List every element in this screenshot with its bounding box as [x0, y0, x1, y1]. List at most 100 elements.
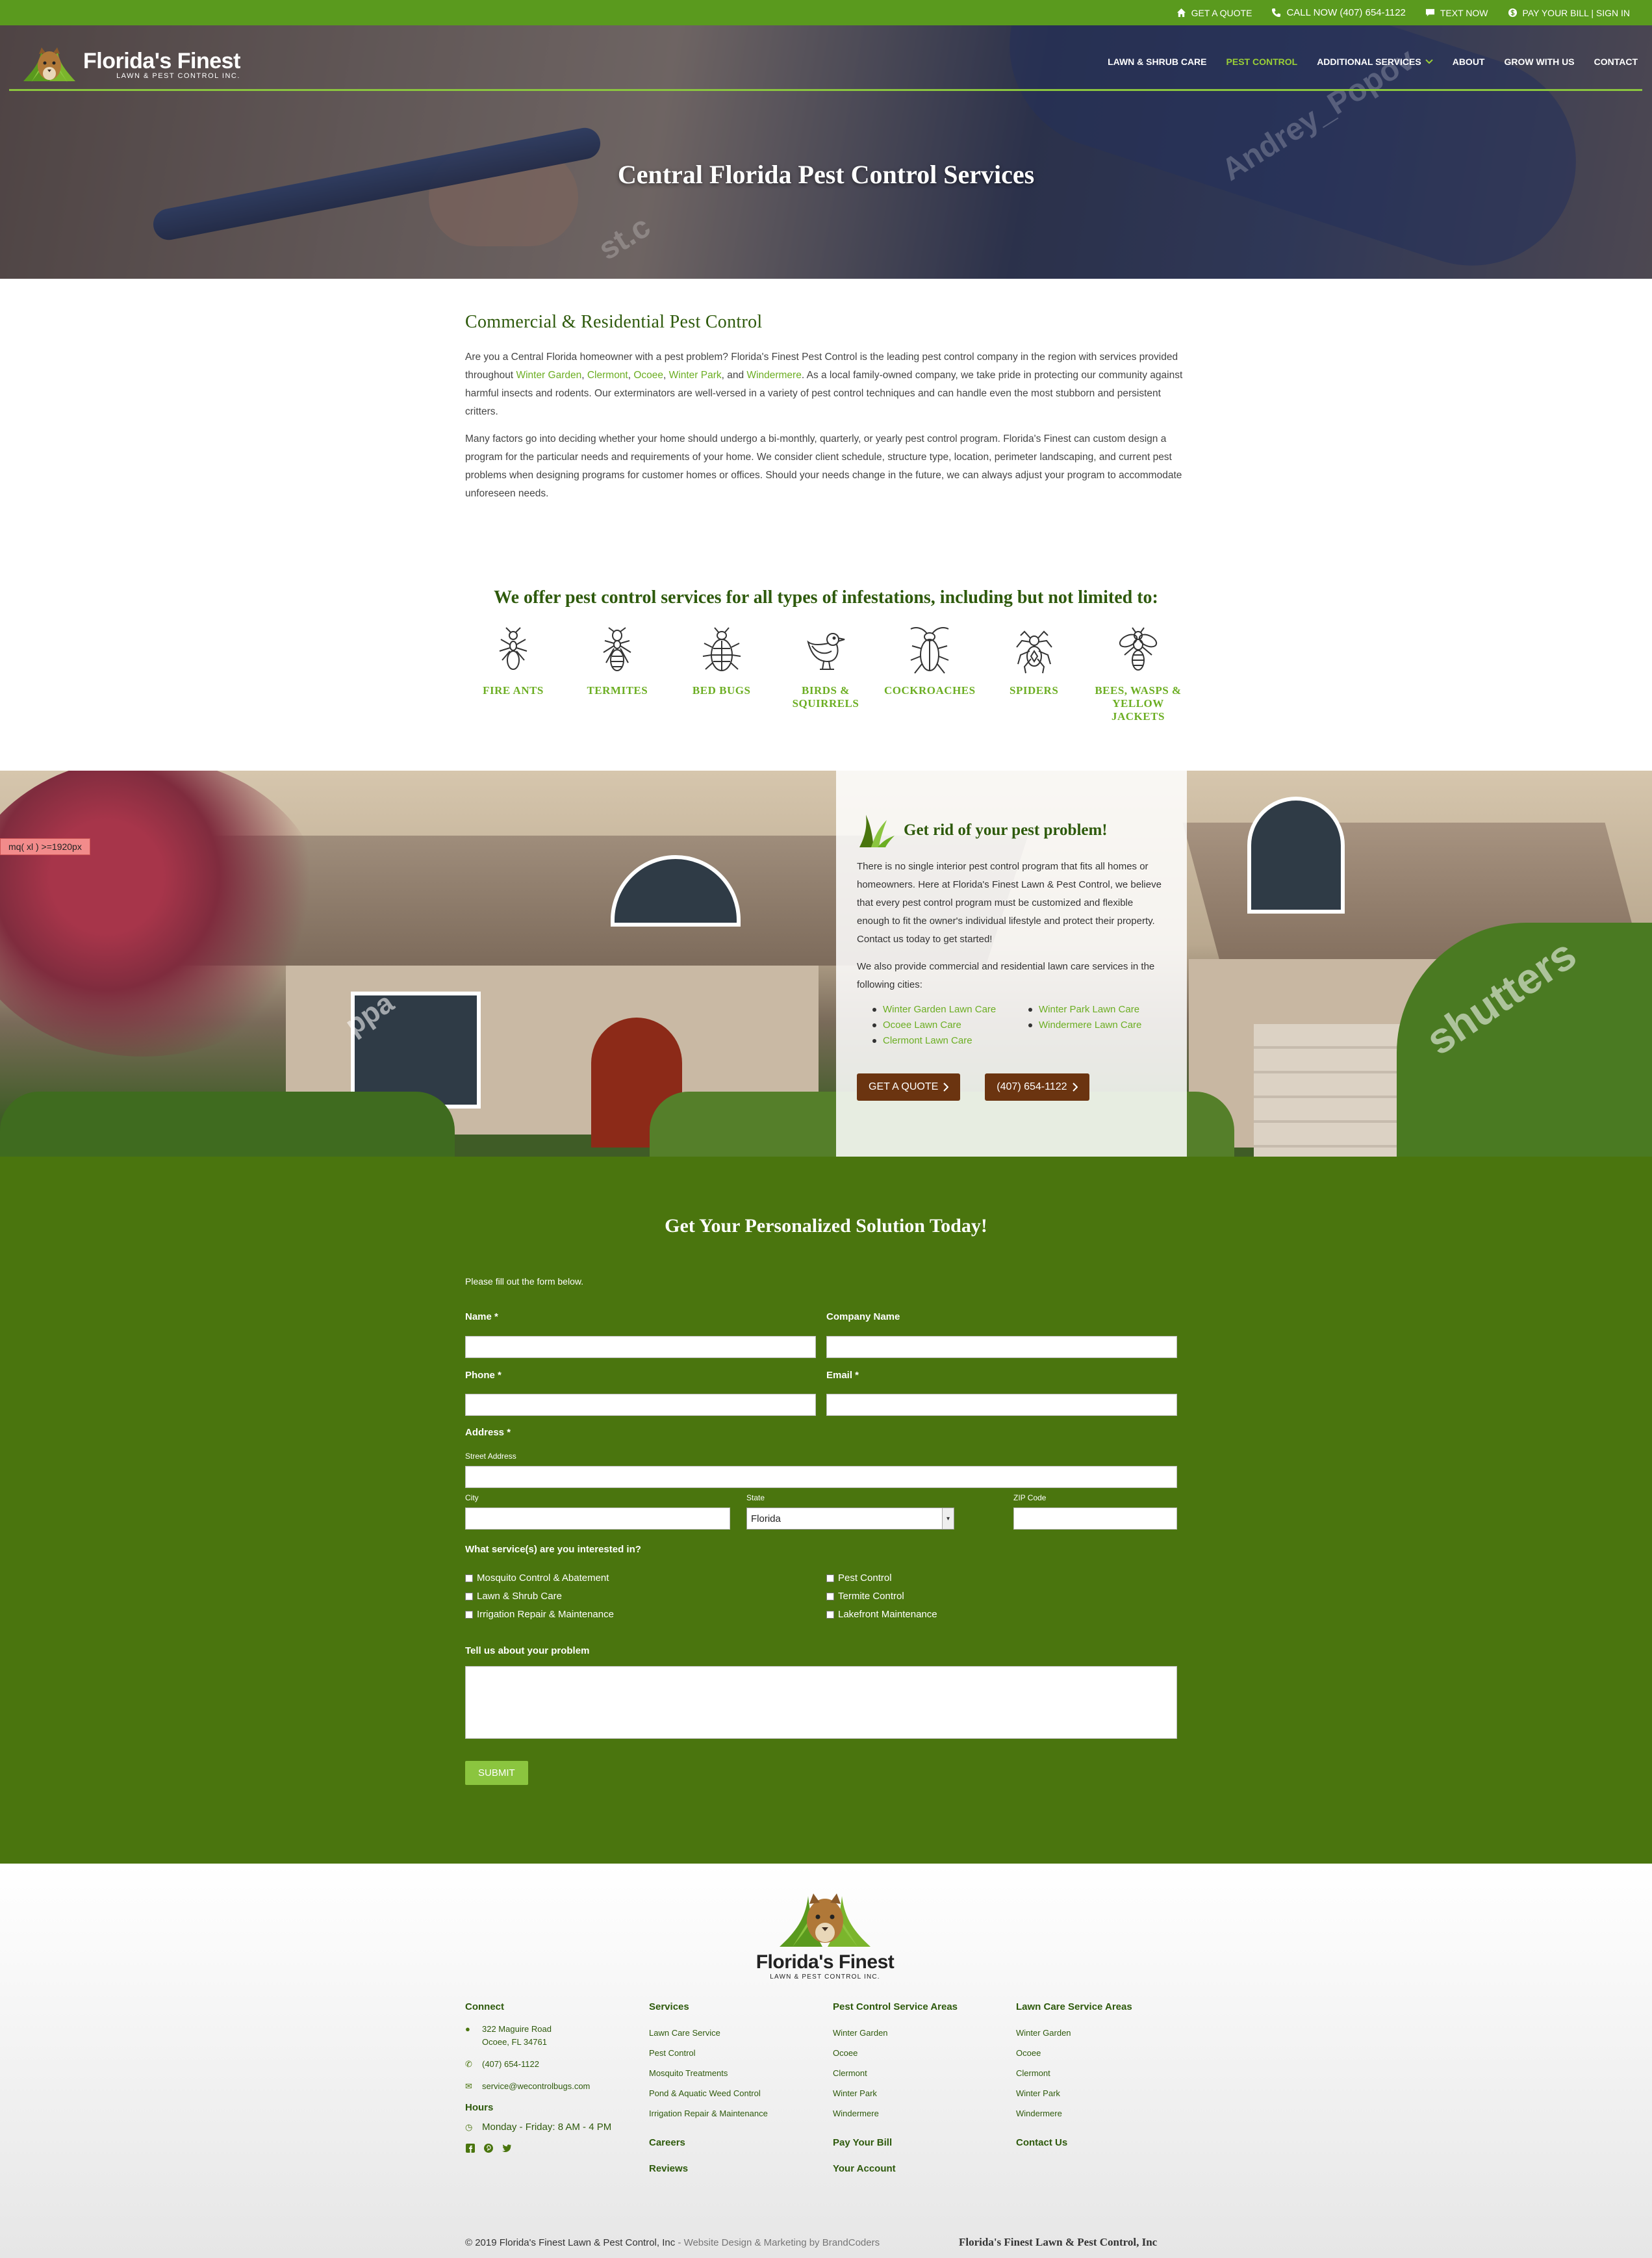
checkbox-label: Lawn & Shrub Care	[477, 1591, 562, 1602]
footer-link-pay-bill[interactable]: Pay Your Bill	[833, 2130, 1002, 2156]
footer-link-lawn-care[interactable]: Lawn Care Service	[649, 2023, 818, 2043]
city-link-clermont[interactable]: Clermont	[587, 370, 628, 381]
footer-link-irrigation[interactable]: Irrigation Repair & Maintenance	[649, 2103, 818, 2123]
nav-additional-services-label: ADDITIONAL SERVICES	[1317, 57, 1421, 67]
footer-pest-area-link[interactable]: Winter Garden	[833, 2023, 1002, 2043]
call-button[interactable]: (407) 654-1122	[985, 1073, 1089, 1101]
footer-logo-subtitle: LAWN & PEST CONTROL INC.	[770, 1973, 880, 1981]
panel-paragraph-2: We also provide commercial and residenti…	[857, 961, 1155, 990]
phone-input[interactable]	[465, 1394, 816, 1416]
checkbox-lawn-shrub-care[interactable]: Lawn & Shrub Care	[465, 1591, 562, 1602]
checkbox-mosquito-control[interactable]: Mosquito Control & Abatement	[465, 1572, 609, 1584]
city-link-winter-park[interactable]: Winter Park	[669, 370, 722, 381]
city-link-clermont-lawn[interactable]: Clermont Lawn Care	[872, 1034, 1028, 1047]
city-link-winter-garden-lawn[interactable]: Winter Garden Lawn Care	[872, 1003, 1028, 1016]
pinterest-icon[interactable]	[483, 2143, 494, 2153]
city-link-windermere[interactable]: Windermere	[746, 370, 801, 381]
footer-pest-area-link[interactable]: Winter Park	[833, 2083, 1002, 2103]
problem-textarea[interactable]	[465, 1666, 1177, 1739]
city-input[interactable]	[465, 1507, 730, 1530]
pest-item-birds-squirrels[interactable]: BIRDS & SQUIRRELS	[778, 626, 874, 723]
footer-lawn-area-link[interactable]: Clermont	[1016, 2063, 1185, 2083]
nav-grow-with-us[interactable]: GROW WITH US	[1504, 57, 1574, 67]
pay-bill-link[interactable]: PAY YOUR BILL | SIGN IN	[1508, 8, 1630, 18]
intro-text: ,	[581, 370, 587, 381]
address-line-1: 322 Maguire Road	[482, 2024, 552, 2034]
phone-label: Phone *	[465, 1370, 502, 1381]
footer-link-careers[interactable]: Careers	[649, 2130, 818, 2156]
nav-additional-services[interactable]: ADDITIONAL SERVICES	[1317, 57, 1433, 67]
footer-pest-area-link[interactable]: Ocoee	[833, 2043, 1002, 2063]
footer-link-account[interactable]: Your Account	[833, 2156, 1002, 2182]
company-label: Company Name	[826, 1311, 900, 1322]
footer-link-pond-weed[interactable]: Pond & Aquatic Weed Control	[649, 2083, 818, 2103]
text-now-link[interactable]: TEXT NOW	[1425, 8, 1488, 18]
name-label: Name *	[465, 1311, 498, 1322]
checkbox-box[interactable]	[826, 1574, 834, 1582]
footer-link-reviews[interactable]: Reviews	[649, 2156, 818, 2182]
checkbox-pest-control[interactable]: Pest Control	[826, 1572, 892, 1584]
pest-label: BEES, WASPS & YELLOW JACKETS	[1095, 684, 1182, 723]
footer-phone-link[interactable]: ✆ (407) 654-1122	[465, 2058, 634, 2071]
call-now-link[interactable]: CALL NOW (407) 654-1122	[1271, 7, 1406, 18]
pest-item-fire-ants[interactable]: FIRE ANTS	[465, 626, 561, 723]
termite-icon	[603, 627, 631, 671]
footer-services: Services Lawn Care Service Pest Control …	[649, 2001, 818, 2182]
footer-lawn-area-link[interactable]: Winter Park	[1016, 2083, 1185, 2103]
checkbox-box[interactable]	[465, 1592, 473, 1600]
get-quote-link[interactable]: GET A QUOTE	[1176, 8, 1252, 18]
checkbox-lakefront-maintenance[interactable]: Lakefront Maintenance	[826, 1609, 937, 1620]
get-quote-button[interactable]: GET A QUOTE	[857, 1073, 961, 1101]
nav-about[interactable]: ABOUT	[1453, 57, 1485, 67]
pest-item-termites[interactable]: TERMITES	[569, 626, 665, 723]
footer-heading: Lawn Care Service Areas	[1016, 2001, 1132, 2012]
pest-item-cockroaches[interactable]: COCKROACHES	[882, 626, 978, 723]
email-input[interactable]	[826, 1394, 1177, 1416]
intro-text: ,	[663, 370, 669, 381]
footer-pest-area-link[interactable]: Clermont	[833, 2063, 1002, 2083]
pest-item-bed-bugs[interactable]: BED BUGS	[674, 626, 770, 723]
city-link-winter-garden[interactable]: Winter Garden	[516, 370, 581, 381]
checkbox-label: Termite Control	[838, 1591, 904, 1602]
panel-header: Get rid of your pest problem!	[857, 812, 1166, 849]
city-link-ocoee-lawn[interactable]: Ocoee Lawn Care	[872, 1019, 1028, 1032]
footer-logo[interactable]: Florida's Finest LAWN & PEST CONTROL INC…	[754, 1890, 896, 1981]
name-input[interactable]	[465, 1336, 816, 1358]
city-link-windermere-lawn[interactable]: Windermere Lawn Care	[1028, 1019, 1184, 1032]
zip-input[interactable]	[1013, 1507, 1177, 1530]
street-input[interactable]	[465, 1466, 1177, 1488]
footer-lawn-area-link[interactable]: Windermere	[1016, 2103, 1185, 2123]
city-link-ocoee[interactable]: Ocoee	[633, 370, 663, 381]
text-now-label: TEXT NOW	[1440, 7, 1488, 18]
panel-heading: Get rid of your pest problem!	[904, 821, 1108, 839]
pest-item-spiders[interactable]: SPIDERS	[986, 626, 1082, 723]
checkbox-irrigation-repair[interactable]: Irrigation Repair & Maintenance	[465, 1609, 614, 1620]
nav-pest-control[interactable]: PEST CONTROL	[1226, 57, 1298, 67]
facebook-icon[interactable]	[465, 2143, 476, 2153]
credit-link[interactable]: - Website Design & Marketing by BrandCod…	[675, 2237, 880, 2248]
footer-link-contact[interactable]: Contact Us	[1016, 2130, 1185, 2156]
footer-link-mosquito[interactable]: Mosquito Treatments	[649, 2063, 818, 2083]
checkbox-box[interactable]	[465, 1610, 473, 1619]
submit-button[interactable]: SUBMIT	[465, 1761, 528, 1785]
nav-lawn-shrub-care[interactable]: LAWN & SHRUB CARE	[1108, 57, 1206, 67]
company-input[interactable]	[826, 1336, 1177, 1358]
problem-label: Tell us about your problem	[465, 1645, 590, 1656]
state-select[interactable]: Florida ▾	[746, 1507, 954, 1530]
footer-email: service@wecontrolbugs.com	[482, 2081, 591, 2091]
footer-pest-area-link[interactable]: Windermere	[833, 2103, 1002, 2123]
checkbox-box[interactable]	[465, 1574, 473, 1582]
footer-link-pest-control[interactable]: Pest Control	[649, 2043, 818, 2063]
footer-email-link[interactable]: ✉ service@wecontrolbugs.com	[465, 2080, 634, 2093]
twitter-icon[interactable]	[502, 2143, 512, 2153]
site-logo[interactable]: Florida's Finest LAWN & PEST CONTROL INC…	[22, 42, 240, 88]
get-quote-button-label: GET A QUOTE	[869, 1081, 939, 1092]
checkbox-termite-control[interactable]: Termite Control	[826, 1591, 904, 1602]
footer-lawn-area-link[interactable]: Ocoee	[1016, 2043, 1185, 2063]
nav-contact[interactable]: CONTACT	[1594, 57, 1638, 67]
city-link-winter-park-lawn[interactable]: Winter Park Lawn Care	[1028, 1003, 1184, 1016]
checkbox-box[interactable]	[826, 1592, 834, 1600]
footer-lawn-area-link[interactable]: Winter Garden	[1016, 2023, 1185, 2043]
checkbox-box[interactable]	[826, 1610, 834, 1619]
pest-item-bees-wasps[interactable]: BEES, WASPS & YELLOW JACKETS	[1090, 626, 1186, 723]
